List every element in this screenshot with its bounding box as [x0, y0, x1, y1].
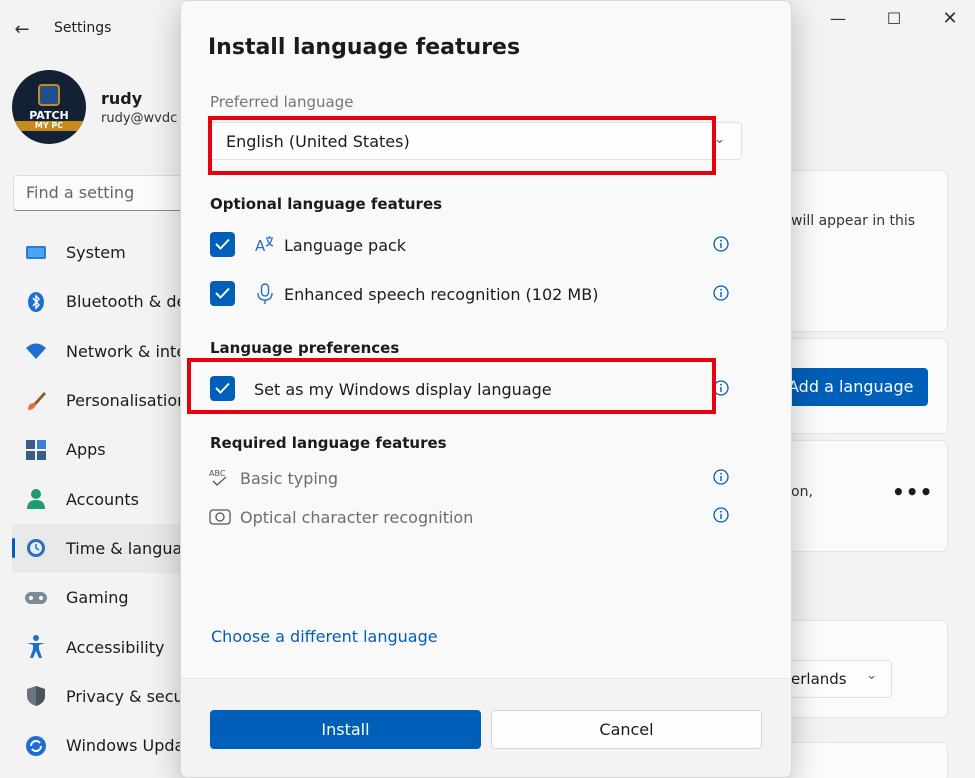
language-preferences-heading: Language preferences: [210, 339, 400, 357]
sidebar-item-label: Gaming: [66, 588, 129, 608]
preferred-language-label: Preferred language: [210, 93, 354, 111]
dialog-title: Install language features: [208, 35, 521, 60]
info-icon[interactable]: [713, 285, 729, 301]
close-window-button[interactable]: ✕: [930, 8, 970, 30]
region-select-value: erlands: [791, 670, 847, 688]
info-icon[interactable]: [713, 507, 729, 523]
sidebar-item-label: Privacy & secu: [66, 686, 184, 706]
optional-features-heading: Optional language features: [210, 195, 443, 213]
region-select[interactable]: erlands ⌄: [780, 660, 892, 698]
shield-icon: [24, 684, 48, 708]
accessibility-icon: [24, 635, 48, 659]
ocr-label: Optical character recognition: [240, 508, 474, 527]
sidebar-item-label: Time & langua: [66, 538, 183, 558]
basic-typing-label: Basic typing: [240, 469, 339, 488]
avatar-logo-subtext: MY PC: [12, 121, 86, 131]
speech-recognition-checkbox[interactable]: [210, 281, 235, 306]
apps-icon: [24, 438, 48, 462]
wifi-icon: [24, 339, 48, 363]
camera-ocr-icon: [209, 506, 231, 528]
required-features-heading: Required language features: [210, 434, 447, 452]
avatar-logo-text: PATCH: [29, 109, 69, 122]
sidebar-item-label: Network & inte: [66, 341, 187, 361]
lower-card: [770, 742, 948, 778]
language-pack-checkbox[interactable]: [210, 232, 235, 257]
dialog-footer: Install Cancel: [181, 678, 791, 777]
speech-recognition-label: Enhanced speech recognition (102 MB): [284, 285, 599, 304]
language-entry-partial-text: on,: [791, 484, 813, 500]
info-text: will appear in this: [791, 213, 916, 229]
patch-logo-icon: [38, 84, 60, 106]
install-language-dialog: Install language features Preferred lang…: [180, 0, 792, 778]
highlight-preferred-language: [208, 116, 716, 175]
app-title: Settings: [54, 20, 112, 36]
cancel-button[interactable]: Cancel: [491, 710, 762, 749]
info-icon[interactable]: [713, 469, 729, 485]
sidebar-item-label: System: [66, 243, 126, 263]
chevron-down-icon: ⌄: [866, 668, 877, 683]
install-button[interactable]: Install: [210, 710, 481, 749]
abc-check-icon: ABC: [209, 467, 231, 489]
user-name: rudy: [101, 89, 143, 108]
gamepad-icon: [24, 586, 48, 610]
clock-globe-icon: [24, 536, 48, 560]
back-button[interactable]: ←: [10, 18, 34, 42]
minimize-button[interactable]: —: [818, 8, 858, 30]
svg-text:ABC: ABC: [209, 469, 226, 478]
svg-text:A: A: [255, 237, 266, 255]
add-language-button[interactable]: Add a language: [776, 368, 928, 406]
sidebar-item-label: Apps: [66, 440, 106, 460]
more-options-button[interactable]: •••: [892, 480, 933, 504]
update-icon: [24, 734, 48, 758]
maximize-button[interactable]: ☐: [874, 8, 914, 30]
user-email: rudy@wvdc: [101, 111, 178, 126]
sidebar-item-label: Accounts: [66, 489, 139, 509]
language-pack-icon: A: [254, 234, 276, 256]
highlight-display-language: [187, 358, 716, 414]
sidebar-item-label: Bluetooth & de: [66, 292, 187, 312]
monitor-icon: [24, 241, 48, 265]
person-icon: [24, 487, 48, 511]
sidebar-item-label: Personalisation: [66, 391, 188, 411]
microphone-icon: [254, 283, 276, 305]
language-pack-label: Language pack: [284, 236, 407, 255]
sidebar-item-label: Windows Upda: [66, 736, 185, 756]
info-icon[interactable]: [713, 236, 729, 252]
brush-icon: [24, 389, 48, 413]
sidebar-item-label: Accessibility: [66, 637, 165, 657]
info-card: [770, 170, 948, 332]
bluetooth-icon: [24, 290, 48, 314]
choose-different-language-link[interactable]: Choose a different language: [211, 627, 438, 646]
avatar[interactable]: PATCH MY PC: [12, 70, 86, 144]
